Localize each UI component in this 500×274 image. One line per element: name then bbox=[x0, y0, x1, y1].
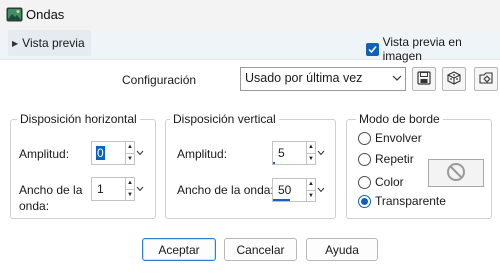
radio-icon bbox=[358, 175, 371, 189]
preview-bar: ▶ Vista previa Vista previa en imagen bbox=[0, 30, 500, 63]
randomize-icon bbox=[447, 70, 461, 88]
live-preview-label: Vista previa en imagen bbox=[382, 35, 462, 63]
vertical-wavelength-value: 50 bbox=[278, 183, 292, 197]
radio-color-label: Color bbox=[375, 175, 404, 189]
vertical-amplitude-value: 5 bbox=[278, 146, 285, 160]
horizontal-amplitude-input[interactable]: 0 bbox=[91, 141, 125, 165]
horizontal-wavelength-label-line2: onda: bbox=[19, 199, 50, 213]
horizontal-wavelength-input[interactable]: 1 bbox=[91, 177, 125, 201]
radio-transparente-label: Transparente bbox=[375, 194, 446, 208]
edge-mode-title: Modo de borde bbox=[356, 112, 443, 126]
vertical-wavelength-label: Ancho de la onda: bbox=[177, 183, 274, 197]
radio-repetir[interactable]: Repetir bbox=[358, 152, 414, 166]
horizontal-wavelength-label: Ancho de la onda: bbox=[19, 182, 82, 214]
save-preset-button[interactable] bbox=[412, 67, 436, 91]
radio-envolver[interactable]: Envolver bbox=[358, 131, 422, 145]
checkbox-checked-icon bbox=[366, 42, 379, 56]
radio-icon bbox=[358, 131, 371, 145]
preview-toggle-button[interactable]: ▶ Vista previa bbox=[8, 30, 91, 56]
radio-color[interactable]: Color bbox=[358, 175, 404, 189]
horizontal-amplitude-value: 0 bbox=[96, 146, 105, 160]
chevron-down-icon bbox=[392, 73, 402, 86]
horizontal-wavelength-label-line1: Ancho de la bbox=[19, 183, 83, 197]
preset-settings-icon bbox=[478, 71, 494, 88]
spin-up-icon[interactable]: ▲ bbox=[126, 178, 134, 190]
radio-transparente[interactable]: Transparente bbox=[358, 194, 446, 208]
chevron-down-icon[interactable] bbox=[316, 178, 326, 202]
vertical-wavelength-spinner[interactable]: 50 ▲ ▼ bbox=[272, 178, 326, 202]
help-button[interactable]: Ayuda bbox=[306, 238, 378, 261]
horizontal-amplitude-label: Amplitud: bbox=[19, 147, 70, 161]
spin-up-icon[interactable]: ▲ bbox=[126, 142, 134, 154]
vertical-amplitude-input[interactable]: 5 bbox=[272, 141, 306, 165]
config-label: Configuración bbox=[122, 73, 197, 87]
no-color-icon bbox=[446, 162, 466, 185]
preset-select[interactable]: Usado por última vez bbox=[240, 67, 406, 91]
radio-selected-icon bbox=[358, 194, 371, 208]
horizontal-wavelength-spinner[interactable]: 1 ▲ ▼ bbox=[91, 177, 145, 201]
live-preview-checkbox[interactable]: Vista previa en imagen bbox=[366, 35, 500, 63]
title-bar: Ondas bbox=[0, 0, 500, 30]
spin-down-icon[interactable]: ▼ bbox=[126, 154, 134, 165]
radio-repetir-label: Repetir bbox=[375, 152, 414, 166]
ok-button[interactable]: Aceptar bbox=[142, 238, 216, 261]
vertical-wavelength-slider[interactable] bbox=[273, 199, 290, 201]
preview-toggle-label: Vista previa bbox=[22, 36, 85, 50]
spin-up-icon[interactable]: ▲ bbox=[307, 179, 315, 191]
vertical-amplitude-slider[interactable] bbox=[273, 162, 275, 164]
preset-settings-button[interactable] bbox=[474, 67, 498, 91]
cancel-button[interactable]: Cancelar bbox=[224, 238, 297, 261]
save-preset-icon bbox=[417, 70, 431, 88]
horizontal-amplitude-spinner[interactable]: 0 ▲ ▼ bbox=[91, 141, 145, 165]
photo-app-icon bbox=[6, 6, 23, 23]
chevron-down-icon[interactable] bbox=[135, 177, 145, 201]
spin-down-icon[interactable]: ▼ bbox=[126, 190, 134, 201]
spin-up-icon[interactable]: ▲ bbox=[307, 142, 315, 154]
randomize-button[interactable] bbox=[442, 67, 466, 91]
vertical-amplitude-spinner[interactable]: 5 ▲ ▼ bbox=[272, 141, 326, 165]
horizontal-group-title: Disposición horizontal bbox=[17, 112, 140, 126]
vertical-group-title: Disposición vertical bbox=[170, 112, 279, 126]
radio-envolver-label: Envolver bbox=[375, 131, 422, 145]
chevron-down-icon[interactable] bbox=[135, 141, 145, 165]
chevron-down-icon[interactable] bbox=[316, 141, 326, 165]
horizontal-wavelength-value: 1 bbox=[97, 182, 104, 196]
vertical-group bbox=[165, 119, 336, 219]
chevron-right-icon: ▶ bbox=[12, 38, 19, 48]
vertical-amplitude-label: Amplitud: bbox=[177, 147, 228, 161]
spin-down-icon[interactable]: ▼ bbox=[307, 191, 315, 202]
spin-down-icon[interactable]: ▼ bbox=[307, 154, 315, 165]
radio-icon bbox=[358, 152, 371, 166]
vertical-wavelength-input[interactable]: 50 bbox=[272, 178, 306, 202]
window-title: Ondas bbox=[26, 7, 65, 22]
preset-value: Usado por última vez bbox=[245, 71, 363, 85]
color-swatch[interactable] bbox=[428, 159, 484, 187]
